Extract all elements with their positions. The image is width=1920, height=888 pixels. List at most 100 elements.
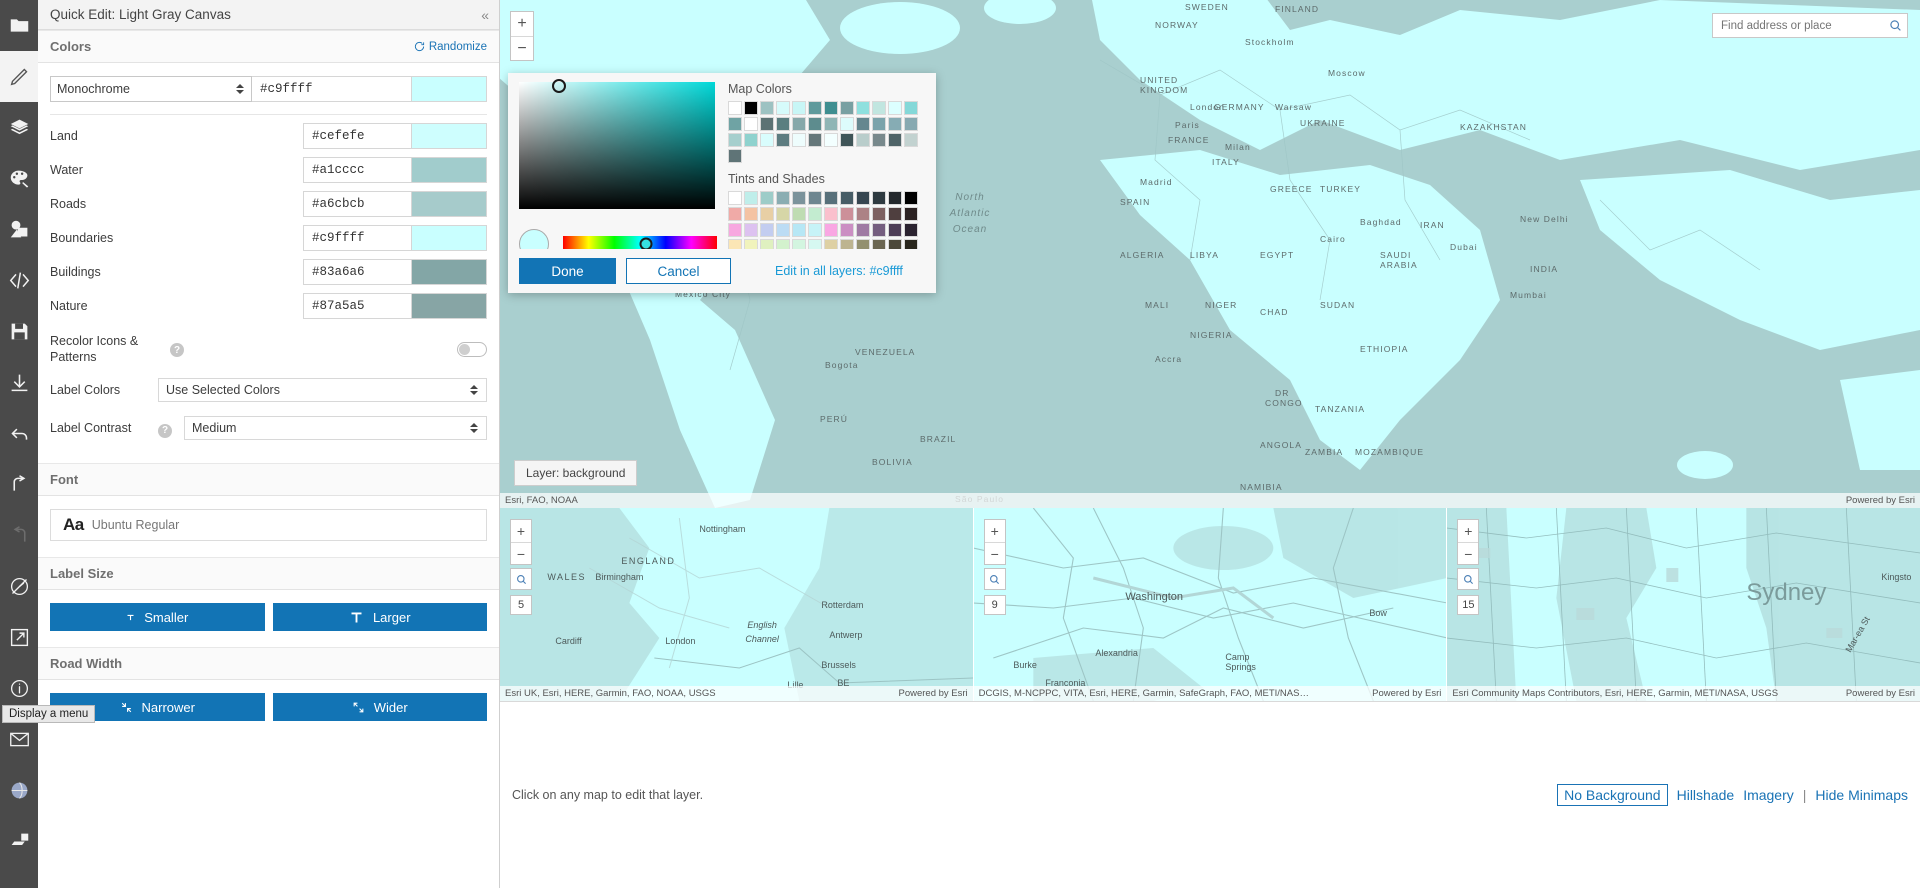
london-zoom-in[interactable]: + xyxy=(511,520,531,542)
undo-icon[interactable] xyxy=(0,408,38,459)
map-color-swatch[interactable] xyxy=(872,101,886,115)
map-color-swatch[interactable] xyxy=(744,133,758,147)
map-color-swatch[interactable] xyxy=(792,117,806,131)
tint-shade-swatch[interactable] xyxy=(728,191,742,205)
tint-shade-swatch[interactable] xyxy=(776,223,790,237)
saturation-value-handle[interactable] xyxy=(552,79,566,93)
map-color-swatch[interactable] xyxy=(872,133,886,147)
tint-shade-swatch[interactable] xyxy=(840,223,854,237)
washington-search-button[interactable] xyxy=(983,568,1006,590)
minimap-washington[interactable]: Washington Alexandria Camp Springs Burke… xyxy=(973,508,1448,701)
tint-shade-swatch[interactable] xyxy=(744,223,758,237)
tint-shade-swatch[interactable] xyxy=(776,191,790,205)
pencil-icon[interactable] xyxy=(0,51,38,102)
layers-icon[interactable] xyxy=(0,102,38,153)
label-colors-select[interactable]: Use Selected Colors xyxy=(158,378,487,402)
map-color-swatch[interactable] xyxy=(888,101,902,115)
tint-shade-swatch[interactable] xyxy=(872,191,886,205)
download-icon[interactable] xyxy=(0,357,38,408)
tint-shade-swatch[interactable] xyxy=(808,207,822,221)
road-wider-button[interactable]: Wider xyxy=(272,693,487,721)
map-color-swatch[interactable] xyxy=(792,133,806,147)
cancel-button[interactable]: Cancel xyxy=(626,258,731,284)
sydney-zoom-out[interactable]: − xyxy=(1458,542,1479,564)
help-icon[interactable]: ? xyxy=(158,423,172,438)
minimap-london[interactable]: Nottingham ENGLAND WALES Birmingham Card… xyxy=(500,508,974,701)
scheme-hex-input[interactable]: #c9ffff xyxy=(252,76,412,102)
map-color-swatch[interactable] xyxy=(776,117,790,131)
map-color-swatch[interactable] xyxy=(872,117,886,131)
tint-shade-swatch[interactable] xyxy=(840,191,854,205)
tint-shade-swatch[interactable] xyxy=(728,223,742,237)
save-icon[interactable] xyxy=(0,306,38,357)
search-icon[interactable] xyxy=(1883,19,1907,32)
tint-shade-swatch[interactable] xyxy=(888,207,902,221)
zoom-out-button[interactable]: − xyxy=(511,36,533,60)
map-color-swatch[interactable] xyxy=(760,133,774,147)
sydney-search-button[interactable] xyxy=(1457,568,1480,590)
tint-shade-swatch[interactable] xyxy=(904,207,918,221)
map-color-swatch[interactable] xyxy=(840,117,854,131)
palette-icon[interactable] xyxy=(0,153,38,204)
scheme-select[interactable]: Monochrome xyxy=(50,76,252,102)
map-color-swatch[interactable] xyxy=(856,117,870,131)
map-color-swatch[interactable] xyxy=(824,133,838,147)
color-row-swatch[interactable] xyxy=(412,191,487,217)
map-color-swatch[interactable] xyxy=(888,117,902,131)
tint-shade-swatch[interactable] xyxy=(744,191,758,205)
map-color-swatch[interactable] xyxy=(824,117,838,131)
hillshade-option[interactable]: Hillshade xyxy=(1677,787,1735,803)
tint-shade-swatch[interactable] xyxy=(760,207,774,221)
done-button[interactable]: Done xyxy=(519,258,616,284)
label-contrast-select[interactable]: Medium xyxy=(184,416,487,440)
sydney-zoom-in[interactable]: + xyxy=(1458,520,1478,542)
london-search-button[interactable] xyxy=(510,568,532,590)
map-color-swatch[interactable] xyxy=(744,101,758,115)
tint-shade-swatch[interactable] xyxy=(808,191,822,205)
menu-icon[interactable] xyxy=(0,816,38,867)
color-row-hex-input[interactable]: #c9ffff xyxy=(303,225,412,251)
color-row-swatch[interactable] xyxy=(412,123,487,149)
map-color-swatch[interactable] xyxy=(840,133,854,147)
tint-shade-swatch[interactable] xyxy=(872,223,886,237)
tint-shade-swatch[interactable] xyxy=(856,207,870,221)
tint-shade-swatch[interactable] xyxy=(840,207,854,221)
layer-chip[interactable]: Layer: background xyxy=(514,460,638,486)
color-row-hex-input[interactable]: #87a5a5 xyxy=(303,293,412,319)
tint-shade-swatch[interactable] xyxy=(744,207,758,221)
tint-shade-swatch[interactable] xyxy=(824,207,838,221)
external-link-icon[interactable] xyxy=(0,612,38,663)
map-color-swatch[interactable] xyxy=(888,133,902,147)
color-row-swatch[interactable] xyxy=(412,259,487,285)
map-color-swatch[interactable] xyxy=(744,117,758,131)
minimap-sydney[interactable]: Sydney Kingsto Mar-ea St + − 15 Esri Com… xyxy=(1447,508,1920,701)
recolor-toggle[interactable] xyxy=(457,342,487,357)
color-row-swatch[interactable] xyxy=(412,293,487,319)
color-row-swatch[interactable] xyxy=(412,157,487,183)
color-row-hex-input[interactable]: #cefefe xyxy=(303,123,412,149)
map-color-swatch[interactable] xyxy=(808,133,822,147)
search-input[interactable] xyxy=(1713,19,1883,32)
map-color-swatch[interactable] xyxy=(808,117,822,131)
tint-shade-swatch[interactable] xyxy=(776,207,790,221)
saturation-value-field[interactable] xyxy=(519,79,715,209)
scheme-swatch[interactable] xyxy=(412,76,487,102)
map-color-swatch[interactable] xyxy=(728,133,742,147)
color-row-hex-input[interactable]: #83a6a6 xyxy=(303,259,412,285)
map-color-swatch[interactable] xyxy=(856,133,870,147)
code-icon[interactable] xyxy=(0,255,38,306)
map-color-swatch[interactable] xyxy=(728,117,742,131)
tint-shade-swatch[interactable] xyxy=(808,223,822,237)
map-color-swatch[interactable] xyxy=(728,149,742,163)
map-color-swatch[interactable] xyxy=(760,101,774,115)
hide-minimaps-option[interactable]: Hide Minimaps xyxy=(1815,787,1908,803)
map-color-swatch[interactable] xyxy=(792,101,806,115)
edit-in-all-layers-link[interactable]: Edit in all layers: #c9ffff xyxy=(775,264,903,278)
help-icon[interactable]: ? xyxy=(170,343,184,357)
map-color-swatch[interactable] xyxy=(728,101,742,115)
map-color-swatch[interactable] xyxy=(904,117,918,131)
map-color-swatch[interactable] xyxy=(808,101,822,115)
randomize-button[interactable]: Randomize xyxy=(414,41,487,53)
tint-shade-swatch[interactable] xyxy=(904,191,918,205)
map-color-swatch[interactable] xyxy=(840,101,854,115)
